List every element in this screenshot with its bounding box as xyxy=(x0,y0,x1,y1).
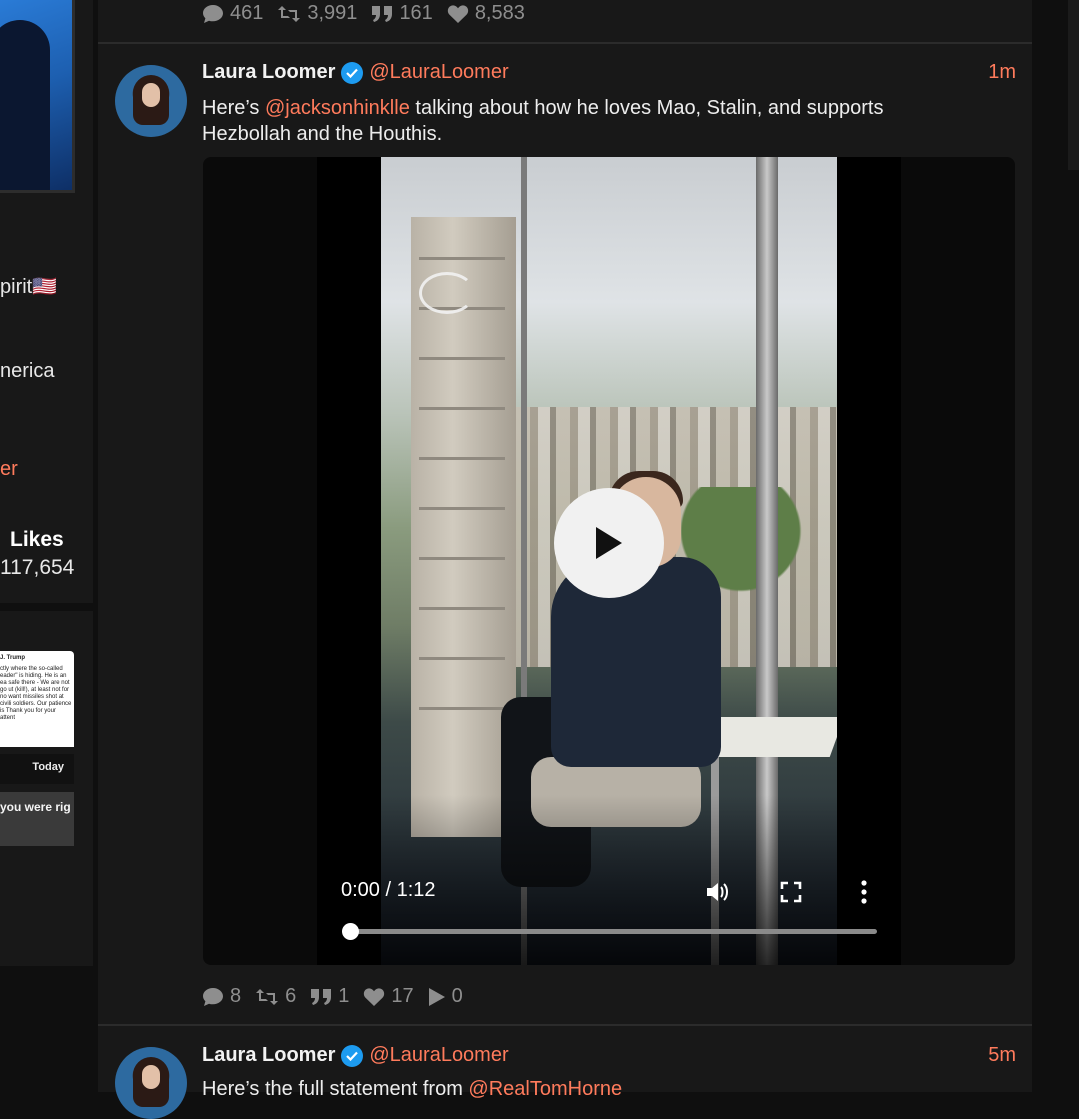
mention-link[interactable]: @jacksonhinklle xyxy=(265,97,410,119)
quote-icon xyxy=(372,5,393,22)
video-progress-bar[interactable] xyxy=(342,923,877,940)
more-options-button[interactable] xyxy=(849,877,879,907)
verified-badge-icon xyxy=(341,1044,364,1067)
verified-badge-icon xyxy=(341,61,364,84)
comment-icon xyxy=(203,4,223,23)
author-avatar[interactable] xyxy=(115,1047,187,1119)
like-count: 17 xyxy=(391,985,414,1007)
quote-stat[interactable]: 161 xyxy=(371,2,433,25)
video-player[interactable]: 0:00 / 1:12 xyxy=(317,157,901,965)
heart-icon xyxy=(364,987,385,1006)
reply-stat[interactable]: 8 xyxy=(202,985,241,1008)
quote-count: 161 xyxy=(399,2,433,24)
video-time: 0:00 / 1:12 xyxy=(341,879,436,901)
views-count: 0 xyxy=(451,985,463,1007)
left-sidebar: pirit🇺🇸 nerica er Likes 117,654 J. Trump… xyxy=(0,0,93,1092)
profile-bio-line: pirit🇺🇸 xyxy=(0,276,58,298)
post-divider xyxy=(98,42,1032,44)
play-button[interactable] xyxy=(554,488,664,598)
profile-bio-line: nerica xyxy=(0,360,55,382)
views-stat[interactable]: 0 xyxy=(428,985,463,1008)
reply-stat[interactable]: 461 xyxy=(202,2,263,25)
repost-stat[interactable]: 6 xyxy=(255,985,296,1008)
thumbnail-title: J. Trump xyxy=(0,655,26,661)
author-avatar[interactable] xyxy=(115,65,187,137)
thumbnail-text: ctly where the so-called eader" is hidin… xyxy=(0,666,72,721)
post-stats: 8 6 1 17 0 xyxy=(202,985,463,1008)
repost-count: 3,991 xyxy=(307,2,358,24)
video-container: 0:00 / 1:12 xyxy=(203,157,1015,965)
quote-icon xyxy=(311,988,332,1005)
volume-button[interactable] xyxy=(703,877,733,907)
author-handle[interactable]: @LauraLoomer xyxy=(369,1044,508,1067)
reply-count: 461 xyxy=(230,2,264,24)
repost-stat[interactable]: 3,991 xyxy=(277,2,357,25)
author-name[interactable]: Laura Loomer xyxy=(202,61,335,84)
more-vertical-icon xyxy=(861,880,867,904)
likes-count-value: 117,654 xyxy=(0,556,75,579)
volume-icon xyxy=(707,883,728,901)
profile-banner-image[interactable] xyxy=(0,0,75,193)
right-panel-edge xyxy=(1068,0,1079,170)
repost-icon xyxy=(256,988,279,1005)
media-thumbnail-today[interactable]: Today xyxy=(0,754,74,784)
post-timestamp[interactable]: 1m xyxy=(988,61,1016,84)
quote-stat[interactable]: 1 xyxy=(310,985,349,1008)
likes-count-label: Likes xyxy=(10,528,64,551)
like-stat[interactable]: 17 xyxy=(363,985,414,1008)
quote-count: 1 xyxy=(338,985,350,1007)
heart-icon xyxy=(447,4,468,23)
post-divider xyxy=(98,1024,1032,1026)
profile-card: pirit🇺🇸 nerica er Likes 117,654 xyxy=(0,0,93,603)
channel-logo-watermark xyxy=(419,272,475,314)
fullscreen-button[interactable] xyxy=(776,877,806,907)
media-thumbnail[interactable]: J. Trump ctly where the so-called eader"… xyxy=(0,651,74,747)
post-header: Laura Loomer @LauraLoomer xyxy=(202,1044,509,1067)
author-handle[interactable]: @LauraLoomer xyxy=(369,61,508,84)
post-header: Laura Loomer @LauraLoomer xyxy=(202,61,509,84)
play-icon xyxy=(428,987,445,1006)
profile-link[interactable]: er xyxy=(0,458,18,481)
post-timestamp[interactable]: 5m xyxy=(988,1044,1016,1067)
repost-count: 6 xyxy=(285,985,297,1007)
post-text: Here’s @jacksonhinklle talking about how… xyxy=(202,95,962,147)
fullscreen-icon xyxy=(780,881,802,903)
like-stat[interactable]: 8,583 xyxy=(447,2,525,25)
video-progress-knob[interactable] xyxy=(342,923,359,940)
reply-count: 8 xyxy=(230,985,242,1007)
comment-icon xyxy=(203,987,223,1006)
media-thumbnail-caption[interactable]: you were rig xyxy=(0,792,74,846)
feed: 461 3,991 161 8,583 Laura Loomer @LauraL… xyxy=(98,0,1032,1119)
media-card: J. Trump ctly where the so-called eader"… xyxy=(0,611,93,966)
previous-post-stats: 461 3,991 161 8,583 xyxy=(202,2,525,25)
repost-icon xyxy=(278,5,301,22)
like-count: 8,583 xyxy=(474,2,525,24)
play-icon xyxy=(596,527,622,559)
author-name[interactable]: Laura Loomer xyxy=(202,1044,335,1067)
mention-link[interactable]: @RealTomHorne xyxy=(468,1078,622,1100)
post-text-prefix: Here’s xyxy=(202,97,265,119)
post-text: Here’s the full statement from @RealTomH… xyxy=(202,1076,962,1102)
post-text-prefix: Here’s the full statement from xyxy=(202,1078,469,1100)
